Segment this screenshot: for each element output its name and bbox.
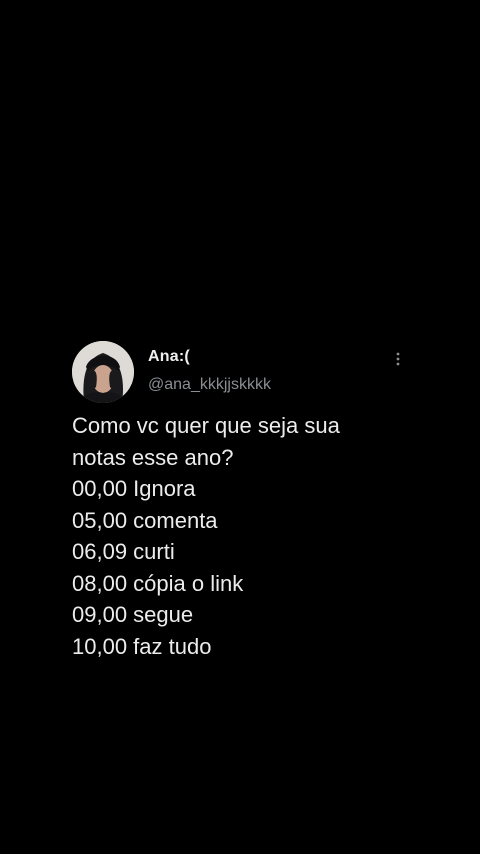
tweet-text-line: 09,00 segue bbox=[72, 602, 194, 627]
tweet-text-line: notas esse ano? bbox=[72, 444, 234, 470]
tweet-text-line: 00,00 Ignora bbox=[72, 476, 196, 501]
tweet-text-line: 10,00 faz tudo bbox=[72, 633, 212, 659]
tweet-text-line: 08,00 cópia o link bbox=[72, 570, 244, 596]
vertical-ellipsis-icon[interactable] bbox=[390, 348, 406, 370]
avatar[interactable] bbox=[72, 341, 134, 403]
tweet-card[interactable]: Ana:( @ana_kkkjjskkkk Como vc quer que s… bbox=[0, 338, 480, 678]
user-handle[interactable]: @ana_kkkjjskkkk bbox=[148, 376, 271, 394]
avatar-photo-icon bbox=[72, 341, 134, 403]
tweet-text-line: 06,09 curti bbox=[72, 539, 175, 564]
tweet-text-line: 05,00 comenta bbox=[72, 507, 218, 533]
display-name[interactable]: Ana:( bbox=[148, 348, 190, 366]
tweet-text: Como vc quer que seja sua notas esse ano… bbox=[72, 410, 432, 662]
tweet-text-line: Como vc quer que seja sua bbox=[72, 413, 340, 438]
